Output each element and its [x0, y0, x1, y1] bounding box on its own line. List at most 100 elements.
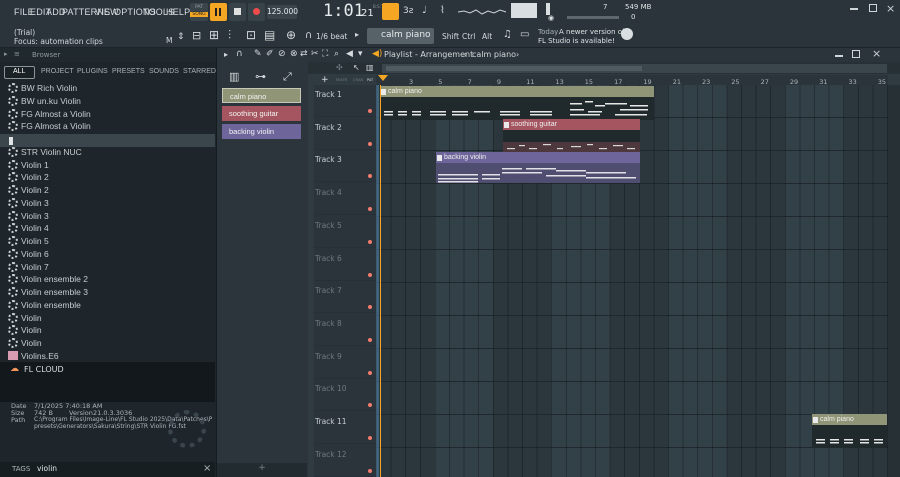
tags-value[interactable]: violin — [37, 464, 57, 473]
zoom-tool-icon[interactable]: ⌕ — [334, 49, 339, 59]
automation-picker-icon[interactable]: ⤢ — [283, 70, 292, 84]
close-icon[interactable]: × — [886, 2, 895, 15]
browser-item[interactable]: Violin 1 — [8, 159, 49, 172]
playlist-scroll-thumb[interactable] — [386, 66, 642, 71]
browser-tab-sounds[interactable]: SOUNDS — [149, 68, 179, 79]
news-text-2[interactable]: FL Studio is available! — [538, 37, 615, 45]
track-mute-led-icon[interactable] — [368, 403, 372, 408]
channel-rack-icon[interactable]: ⊞ — [209, 28, 219, 42]
snap-selector[interactable]: 1/6 beat — [316, 32, 347, 41]
track-header[interactable]: Track 9 — [314, 347, 376, 379]
move-icon[interactable]: ✣ — [336, 63, 343, 72]
browser-tab-presets[interactable]: PRESETS — [112, 68, 145, 79]
track-header[interactable]: Track 1 — [314, 85, 376, 117]
track-header[interactable]: Track 11 — [314, 412, 376, 444]
maximize-icon[interactable] — [869, 4, 877, 12]
browser-item[interactable]: Violin 2 — [8, 172, 49, 184]
playback-tool-icon[interactable]: ◀ — [346, 49, 353, 59]
browser-arrow-icon[interactable]: ▸ — [4, 50, 8, 58]
play-button[interactable] — [210, 3, 227, 21]
track-mute-led-icon[interactable] — [368, 370, 372, 375]
minimize-icon[interactable] — [850, 8, 858, 10]
shift-key[interactable]: Shift — [442, 32, 459, 41]
browser-item[interactable]: Violin — [8, 325, 42, 337]
clip-backing-violin-track3[interactable]: backing violin — [436, 152, 640, 183]
tags-close-icon[interactable]: × — [203, 463, 211, 474]
playlist-icon[interactable]: ▤ — [264, 28, 275, 42]
metronome-icon[interactable]: ♩ — [422, 5, 427, 16]
picker-pattern-backing-violin[interactable]: backing violin — [222, 124, 301, 139]
wait-icon[interactable]: ⌇ — [440, 5, 445, 16]
slip-tool-icon[interactable]: ⇄ — [300, 49, 308, 59]
browser-item[interactable]: Violin 3 — [8, 197, 49, 210]
track-header[interactable]: Track 3 — [314, 150, 376, 183]
browser-item[interactable]: BW Rich Violin — [8, 83, 77, 95]
fl-cloud-label[interactable]: FL CLOUD — [24, 365, 64, 374]
paint-tool-icon[interactable]: ✐ — [266, 49, 274, 59]
cursor-icon[interactable]: ↖ — [353, 63, 360, 72]
playlist-maximize-icon[interactable] — [852, 50, 860, 58]
picker-add-icon[interactable]: + — [217, 463, 307, 477]
pattern-mode-icon[interactable] — [382, 3, 399, 20]
mute-tool-icon[interactable]: ⊗ — [290, 49, 298, 59]
picker-pattern-soothing-guitar[interactable]: soothing guitar — [222, 106, 301, 121]
playlist-close-icon[interactable]: × — [872, 47, 881, 60]
track-mute-led-icon[interactable] — [368, 468, 372, 473]
select-tool-icon[interactable]: ⛶ — [322, 49, 328, 59]
stop-button[interactable] — [229, 3, 246, 21]
track-mute-led-icon[interactable] — [368, 337, 372, 342]
playlist-minimize-icon[interactable] — [835, 55, 843, 57]
audio-picker-icon[interactable]: ⊶ — [255, 70, 266, 83]
pat-song-toggle[interactable]: PAT SONG — [190, 3, 208, 21]
add-track-icon[interactable]: + — [321, 75, 329, 85]
delete-tool-icon[interactable]: ⊘ — [278, 49, 286, 59]
browser-item[interactable]: Violin 7 — [8, 261, 49, 274]
recent-files-icon[interactable]: ⊟ — [192, 29, 201, 42]
track-mute-led-icon[interactable] — [368, 436, 372, 440]
slice-tool-icon[interactable]: ✂ — [311, 49, 319, 59]
snap-icon[interactable]: ∩ — [305, 30, 312, 41]
browser-item[interactable]: Violin 4 — [8, 223, 49, 235]
clip-calm-piano-track11[interactable]: calm piano — [812, 414, 887, 448]
browser-item[interactable]: STR Violin NUC — [8, 146, 82, 159]
browser-item[interactable]: Violin — [8, 312, 42, 325]
pattern-view-icon[interactable]: ▥ — [366, 63, 374, 72]
browser-item[interactable]: Violin 6 — [8, 248, 49, 261]
clip-soothing-guitar-track2[interactable]: soothing guitar — [503, 119, 640, 153]
track-header[interactable]: Track 4 — [314, 183, 376, 216]
browser-item[interactable]: Violin 5 — [8, 236, 49, 248]
track-header[interactable]: Track 2 — [314, 118, 376, 150]
track-mute-led-icon[interactable] — [368, 141, 372, 146]
typing-keyboard-icon[interactable]: 3ƨ — [403, 6, 413, 16]
browser-item[interactable]: BW un.ku Violin — [8, 95, 81, 108]
browser-tab-all[interactable]: ALL — [13, 68, 25, 79]
browser-item[interactable]: Violin ensemble 2 — [8, 274, 88, 286]
fl-logo-icon[interactable] — [621, 28, 633, 40]
tool-mixer[interactable]: MIXER — [336, 78, 347, 82]
clip-calm-piano-track1[interactable]: calm piano — [380, 86, 654, 120]
record-button[interactable] — [248, 3, 265, 21]
track-mute-led-icon[interactable] — [368, 174, 372, 179]
news-text-1[interactable]: A newer version of — [559, 28, 625, 36]
plugin-database-icon[interactable]: ⊕ — [286, 28, 296, 42]
browser-item[interactable]: Violin 3 — [8, 210, 49, 223]
track-header[interactable]: Track 8 — [314, 314, 376, 346]
menu-help[interactable]: HELP — [166, 7, 190, 17]
track-mute-led-icon[interactable] — [368, 207, 372, 212]
song-position[interactable]: 1:01 — [323, 1, 364, 21]
draw-tool-icon[interactable]: ✎ — [254, 49, 262, 59]
track-mute-led-icon[interactable] — [368, 109, 372, 113]
track-header[interactable]: Track 5 — [314, 216, 376, 248]
headset-icon[interactable]: ♫ — [503, 29, 512, 40]
screenshot-icon[interactable]: ▭ — [520, 29, 529, 40]
tempo-display[interactable]: 125.000 — [267, 5, 298, 19]
pattern-selector[interactable]: calm piano — [367, 28, 434, 44]
track-mute-led-icon[interactable] — [368, 239, 372, 244]
ctrl-key[interactable]: Ctrl — [462, 32, 475, 41]
track-mute-led-icon[interactable] — [368, 305, 372, 310]
browser-tab-starred[interactable]: STARRED — [183, 68, 216, 79]
browser-item[interactable]: Violins.E6 — [8, 350, 59, 363]
browser-item[interactable]: Violin ensemble — [8, 299, 81, 312]
browser-item[interactable]: FG Almost a Violin — [8, 121, 91, 133]
magnet-icon[interactable]: ∩ — [236, 49, 243, 59]
